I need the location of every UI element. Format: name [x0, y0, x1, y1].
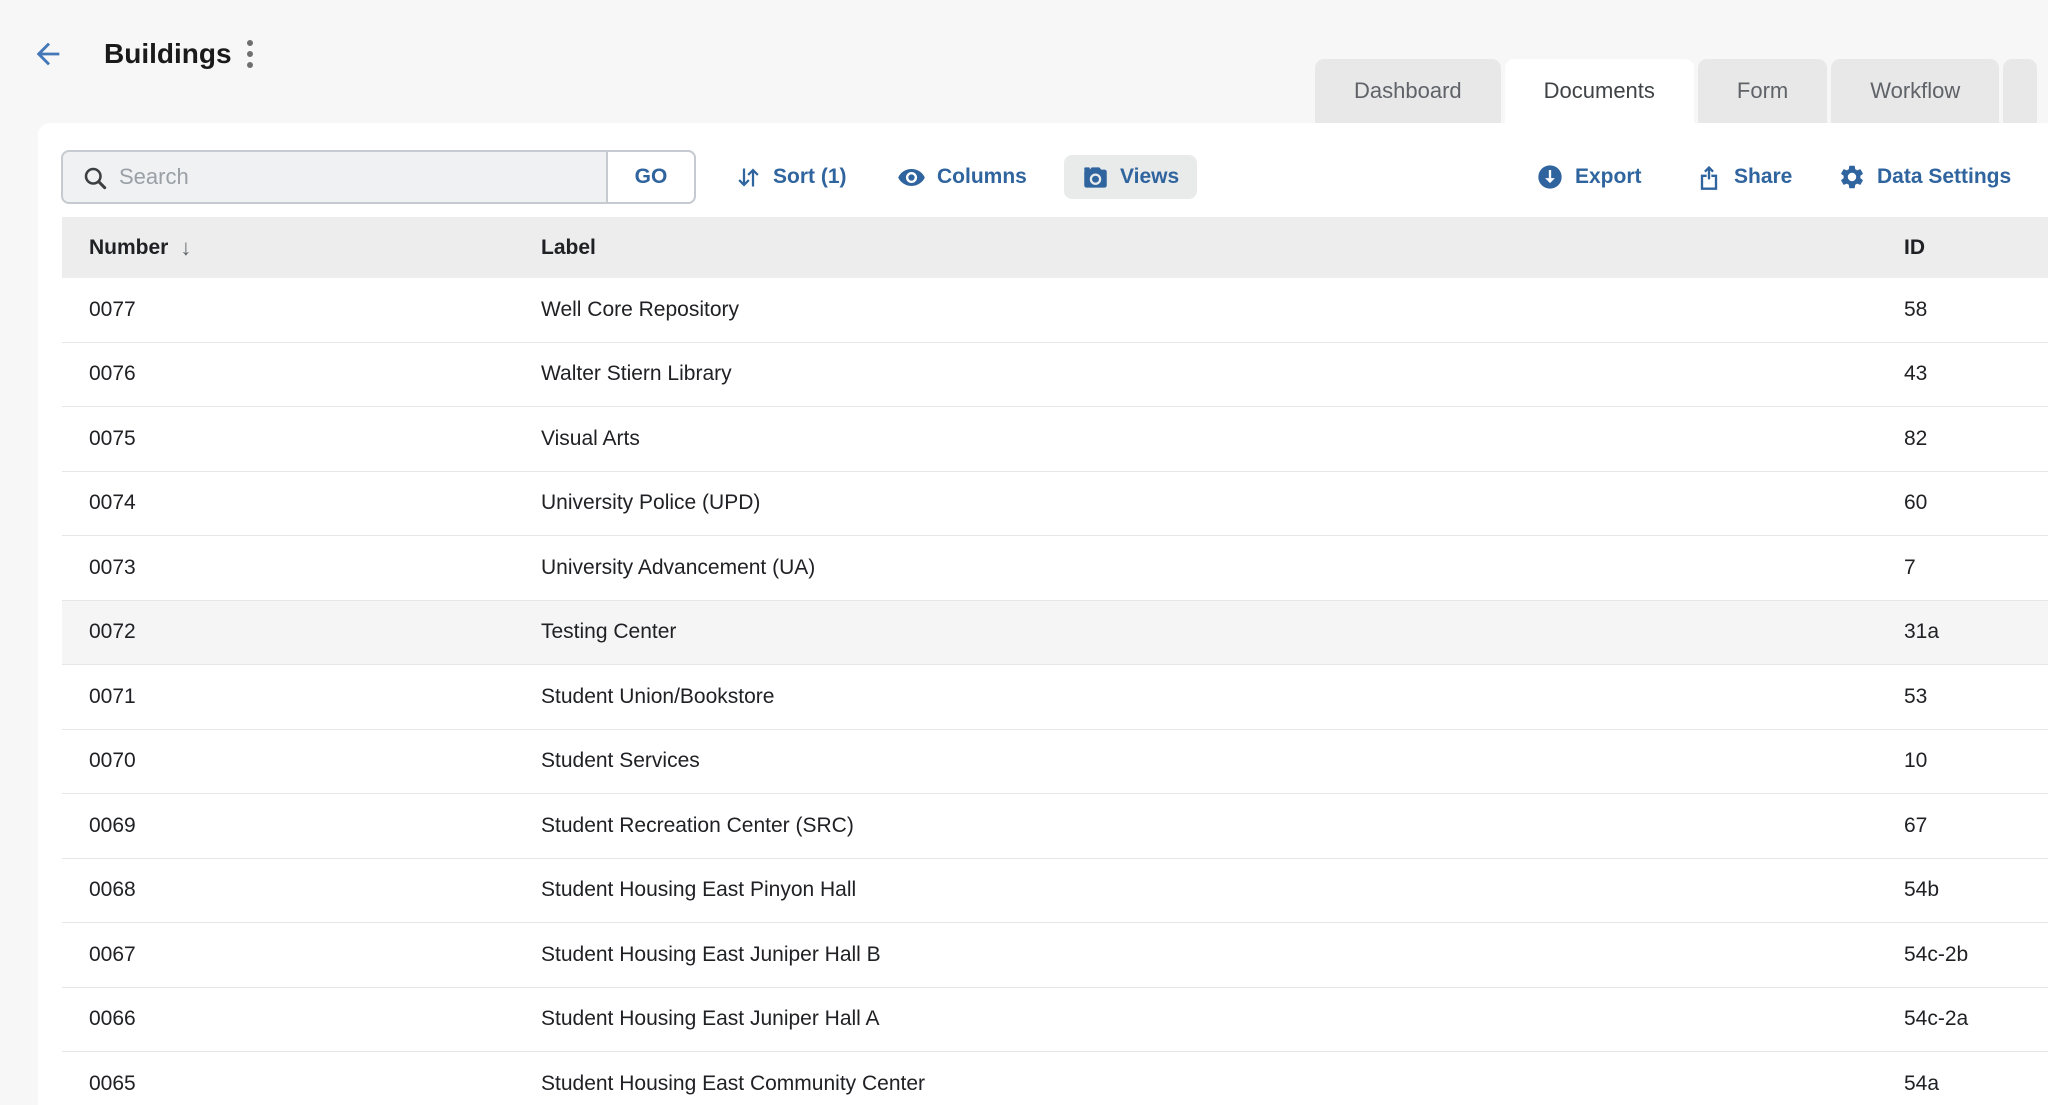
- swap-vertical-arrows-icon: [735, 164, 762, 191]
- table-row[interactable]: 0069Student Recreation Center (SRC)67: [62, 794, 2048, 859]
- cell-number: 0069: [62, 814, 541, 838]
- cell-number: 0075: [62, 427, 541, 451]
- kebab-menu-icon[interactable]: [240, 38, 260, 70]
- data-settings-button[interactable]: Data Settings: [1838, 155, 2011, 199]
- cell-id: 67: [1904, 814, 2048, 838]
- cell-label: Student Recreation Center (SRC): [541, 814, 1904, 838]
- tab-workflow[interactable]: Workflow: [1831, 59, 1999, 123]
- magnifier-icon: [81, 164, 109, 197]
- table-row[interactable]: 0072Testing Center31a: [62, 601, 2048, 666]
- cell-id: 82: [1904, 427, 2048, 451]
- column-header-number[interactable]: Number ↓: [62, 235, 541, 261]
- cell-id: 58: [1904, 298, 2048, 322]
- table-row[interactable]: 0076Walter Stiern Library43: [62, 343, 2048, 408]
- tab-partial[interactable]: [2003, 59, 2037, 123]
- columns-button[interactable]: Columns: [897, 155, 1027, 199]
- cell-id: 7: [1904, 556, 2048, 580]
- sort-descending-icon: ↓: [180, 235, 191, 261]
- cell-id: 54c-2b: [1904, 943, 2048, 967]
- cell-label: University Police (UPD): [541, 491, 1904, 515]
- arrow-left-icon: [31, 37, 65, 71]
- views-button[interactable]: Views: [1064, 155, 1197, 199]
- cell-number: 0070: [62, 749, 541, 773]
- cell-label: Student Housing East Pinyon Hall: [541, 878, 1904, 902]
- share-label: Share: [1734, 165, 1792, 189]
- cell-id: 54b: [1904, 878, 2048, 902]
- cell-id: 31a: [1904, 620, 2048, 644]
- cell-label: Student Housing East Community Center: [541, 1072, 1904, 1096]
- table-row[interactable]: 0073University Advancement (UA)7: [62, 536, 2048, 601]
- cell-label: Testing Center: [541, 620, 1904, 644]
- cell-label: Walter Stiern Library: [541, 362, 1904, 386]
- cell-id: 43: [1904, 362, 2048, 386]
- download-circle-icon: [1536, 163, 1564, 191]
- cell-number: 0073: [62, 556, 541, 580]
- cell-label: Student Housing East Juniper Hall A: [541, 1007, 1904, 1031]
- eye-icon: [897, 163, 926, 192]
- cell-label: Student Union/Bookstore: [541, 685, 1904, 709]
- sort-label: Sort (1): [773, 165, 847, 189]
- page-title: Buildings: [104, 38, 232, 70]
- columns-label: Columns: [937, 165, 1027, 189]
- cell-number: 0068: [62, 878, 541, 902]
- tab-form[interactable]: Form: [1698, 59, 1827, 123]
- cell-number: 0072: [62, 620, 541, 644]
- table-row[interactable]: 0075Visual Arts82: [62, 407, 2048, 472]
- share-up-arrow-icon: [1695, 163, 1723, 191]
- cell-label: Well Core Repository: [541, 298, 1904, 322]
- table-body: 0077Well Core Repository580076Walter Sti…: [62, 278, 2048, 1105]
- cell-id: 54a: [1904, 1072, 2048, 1096]
- cell-number: 0074: [62, 491, 541, 515]
- cell-label: Student Services: [541, 749, 1904, 773]
- cell-number: 0065: [62, 1072, 541, 1096]
- back-button[interactable]: [30, 36, 66, 72]
- sort-button[interactable]: Sort (1): [735, 155, 847, 199]
- column-header-label[interactable]: Label: [541, 236, 1904, 260]
- cell-label: Visual Arts: [541, 427, 1904, 451]
- export-label: Export: [1575, 165, 1642, 189]
- cell-label: University Advancement (UA): [541, 556, 1904, 580]
- table-row[interactable]: 0068Student Housing East Pinyon Hall54b: [62, 859, 2048, 924]
- tab-documents[interactable]: Documents: [1505, 59, 1694, 123]
- camera-icon: [1082, 164, 1109, 191]
- table-row[interactable]: 0066Student Housing East Juniper Hall A5…: [62, 988, 2048, 1053]
- cell-id: 10: [1904, 749, 2048, 773]
- data-settings-label: Data Settings: [1877, 165, 2011, 189]
- share-button[interactable]: Share: [1695, 155, 1792, 199]
- cell-number: 0067: [62, 943, 541, 967]
- cell-number: 0076: [62, 362, 541, 386]
- content-panel: GO Sort (1) Columns Views: [38, 123, 2048, 1105]
- search-input[interactable]: [119, 152, 579, 202]
- cell-id: 53: [1904, 685, 2048, 709]
- gear-icon: [1838, 163, 1866, 191]
- table-row[interactable]: 0067Student Housing East Juniper Hall B5…: [62, 923, 2048, 988]
- go-button[interactable]: GO: [606, 150, 696, 204]
- cell-number: 0077: [62, 298, 541, 322]
- cell-number: 0071: [62, 685, 541, 709]
- export-button[interactable]: Export: [1536, 155, 1642, 199]
- table-row[interactable]: 0065Student Housing East Community Cente…: [62, 1052, 2048, 1105]
- column-header-id[interactable]: ID: [1904, 236, 2048, 260]
- cell-label: Student Housing East Juniper Hall B: [541, 943, 1904, 967]
- cell-number: 0066: [62, 1007, 541, 1031]
- table-header-row: Number ↓ Label ID: [62, 217, 2048, 278]
- cell-id: 60: [1904, 491, 2048, 515]
- table-row[interactable]: 0070Student Services10: [62, 730, 2048, 795]
- table-row[interactable]: 0071Student Union/Bookstore53: [62, 665, 2048, 730]
- search-box: GO: [61, 150, 696, 204]
- cell-id: 54c-2a: [1904, 1007, 2048, 1031]
- table-row[interactable]: 0074University Police (UPD)60: [62, 472, 2048, 537]
- tab-bar: DashboardDocumentsFormWorkflow: [1315, 59, 2037, 123]
- table-row[interactable]: 0077Well Core Repository58: [62, 278, 2048, 343]
- views-label: Views: [1120, 165, 1179, 189]
- tab-dashboard[interactable]: Dashboard: [1315, 59, 1501, 123]
